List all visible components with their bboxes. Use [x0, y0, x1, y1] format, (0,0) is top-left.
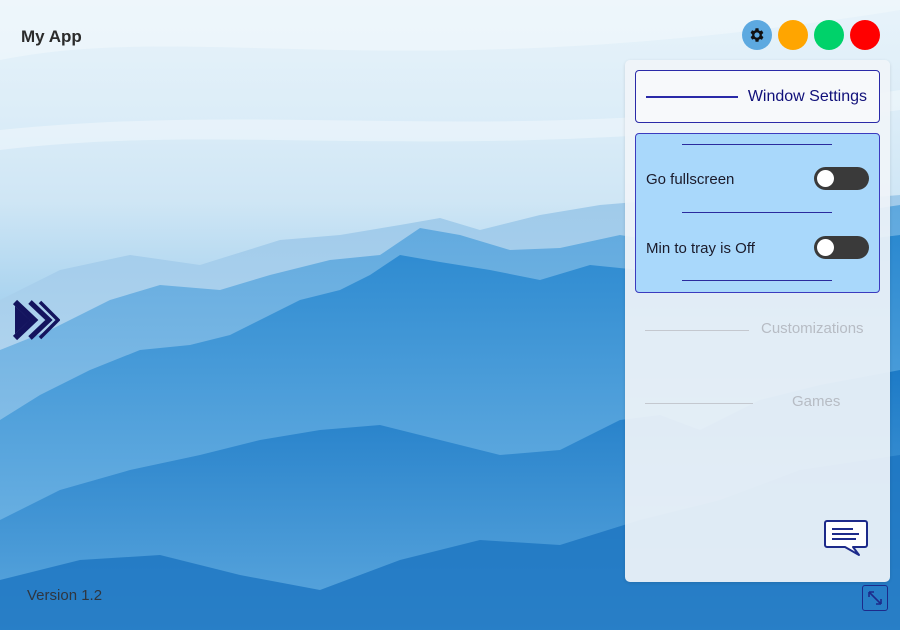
- app-title: My App: [21, 27, 82, 46]
- minimize-button[interactable]: [778, 20, 808, 50]
- settings-button[interactable]: [742, 20, 772, 50]
- divider: [682, 144, 832, 145]
- section-label: Games: [792, 393, 841, 410]
- double-chevron-right-icon[interactable]: [12, 296, 60, 344]
- divider: [682, 280, 832, 281]
- section-customizations[interactable]: Customizations: [645, 315, 870, 345]
- fullscreen-label: Go fullscreen: [646, 171, 735, 188]
- gear-icon: [750, 28, 764, 42]
- maximize-button[interactable]: [814, 20, 844, 50]
- section-divider-line: [646, 96, 738, 98]
- section-divider-line: [645, 330, 749, 331]
- toggle-knob: [817, 239, 834, 256]
- version-label: Version 1.2: [27, 587, 103, 604]
- window-settings-box: Go fullscreen Min to tray is Off: [635, 133, 880, 293]
- divider: [682, 212, 832, 213]
- section-window-settings[interactable]: Window Settings: [635, 70, 880, 123]
- chat-bubble-icon[interactable]: [823, 518, 869, 558]
- min-to-tray-label: Min to tray is Off: [646, 240, 755, 257]
- toggle-knob: [817, 170, 834, 187]
- min-to-tray-toggle[interactable]: [814, 236, 869, 259]
- resize-diagonal-icon: [868, 591, 882, 605]
- app-window: My App Window Settings Go fullscreen Min…: [0, 0, 900, 630]
- section-games[interactable]: Games: [645, 388, 870, 418]
- resize-button[interactable]: [862, 585, 888, 611]
- settings-panel: Window Settings Go fullscreen Min to tra…: [625, 60, 890, 582]
- section-label: Customizations: [761, 320, 864, 337]
- section-divider-line: [645, 403, 753, 404]
- fullscreen-toggle[interactable]: [814, 167, 869, 190]
- close-button[interactable]: [850, 20, 880, 50]
- section-label: Window Settings: [747, 88, 867, 105]
